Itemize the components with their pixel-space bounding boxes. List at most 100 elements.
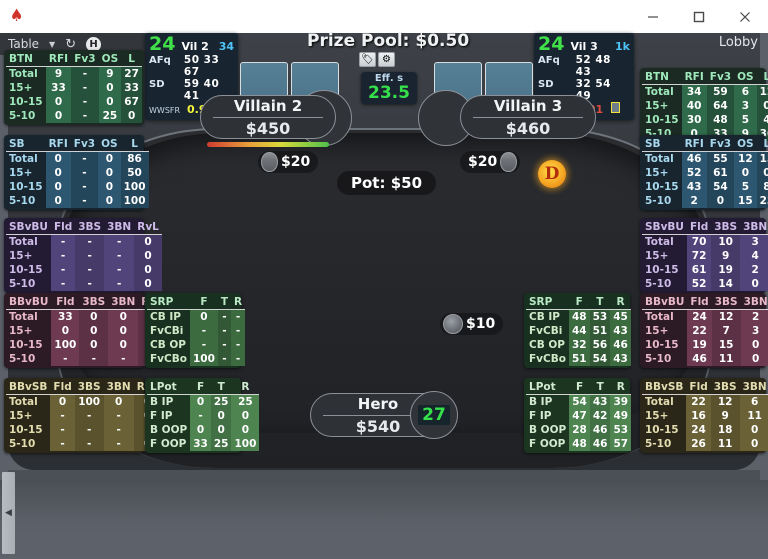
stats-cell: - (75, 234, 105, 249)
stats-cell: - (103, 423, 134, 437)
minimize-button[interactable] (630, 0, 676, 33)
stats-column-header: F (575, 296, 583, 308)
stats-panel-sb-right[interactable]: SBRFIFv3OSLTotal4655121515+52610010-1543… (640, 135, 768, 210)
stats-row-label: B OOP (529, 424, 567, 436)
seat-villain3[interactable]: Villain 3 $460 (460, 95, 596, 139)
stats-cell: 33 (190, 437, 211, 451)
stats-row-label: 5-10 (9, 353, 36, 365)
stats-column-header: Fld (689, 221, 709, 233)
stats-cell: 22 (687, 324, 712, 338)
bet-villain2: $20 (258, 151, 319, 173)
stats-cell: - (50, 277, 76, 291)
stats-panel-btn-right[interactable]: BTNRFIFv3OSLTotal345961215+40643010-1530… (640, 68, 768, 143)
stats-cell: 8 (756, 180, 768, 194)
stats-row-label: CB OP (150, 339, 186, 351)
horizontal-scroll-handle[interactable]: ◀ (2, 472, 15, 554)
stats-column-header: T (217, 381, 225, 393)
stats-panel-bbvsb-left[interactable]: BBvSBFld3BS3BNRvLTotal01000015+---010-15… (4, 378, 162, 453)
stats-cell: 25 (231, 394, 260, 409)
stats-cell: - (74, 437, 104, 451)
stats-panel-srp-right[interactable]: SRP F T R CB IP 48 53 45 FvCBi 44 51 43 CB OP 32 56 46 F… (524, 293, 631, 368)
stats-cell: 0 (51, 324, 80, 338)
stats-cell: 0 (189, 309, 218, 324)
stats-row-label: 5-10 (645, 438, 672, 450)
stats-cell: 39 (610, 394, 632, 409)
note-icon[interactable] (611, 102, 621, 113)
table-menu-button[interactable]: Table (8, 37, 39, 51)
stats-cell: 0 (79, 324, 109, 338)
stats-cell: 44 (568, 324, 590, 338)
stats-cell: 33 (45, 81, 72, 95)
stats-column-header: R (616, 296, 625, 308)
close-button[interactable] (722, 0, 768, 33)
stats-row-label: 15+ (645, 250, 669, 262)
stats-cell: 2 (740, 263, 768, 277)
ticket-icon: 🏷 (359, 52, 376, 67)
stats-row: 15+ 52 61 0 0 (642, 166, 768, 180)
stats-panel-sbvbu-left[interactable]: SBvBU Fld 3BS 3BN RvL Total - - -0 15+ - - -0 10-15- -… (4, 218, 162, 293)
stats-column-header: RFI (684, 138, 704, 150)
stats-column-header: 3BN (742, 381, 767, 393)
stats-cell: 0 (231, 423, 260, 437)
effective-stack-badge: Eff. s 23.5 (361, 72, 417, 104)
stats-cell: - (104, 249, 135, 263)
stats-cell: 0 (210, 423, 232, 437)
stats-panel-lpot-right[interactable]: LPot F T R B IP 54 43 39 F IP 47 42 49 B OOP 28 46 53 F … (524, 378, 632, 453)
stats-cell: 12 (711, 309, 741, 324)
hud-header-row: 24 Vil 2 34 (149, 35, 234, 54)
stats-cell: - (74, 423, 104, 437)
stats-cell: 0 (45, 194, 71, 208)
stats-cell: - (104, 263, 135, 277)
stats-panel-srp-left[interactable]: SRP F T R CB IP 0- - FvCBi - - - CB OP - - - FvCBo 100- - (145, 293, 246, 368)
stats-row-label: Total (645, 311, 674, 323)
stats-cell: 54 (706, 180, 735, 194)
chip-icon (500, 152, 518, 172)
hud-afq-row: AFq 50 33 67 (149, 54, 234, 78)
stats-row-label: 5-10 (9, 195, 36, 207)
stats-row-label: B OOP (150, 424, 188, 436)
stats-row-label: 15+ (9, 250, 33, 262)
stats-cell: 3 (734, 99, 757, 113)
stats-cell: 0 (740, 277, 768, 291)
stats-cell: 11 (711, 352, 741, 366)
chevron-down-icon[interactable]: ▼ (49, 40, 55, 49)
stats-row-label: 10-15 (645, 114, 679, 126)
stats-column-header: OS (737, 71, 754, 83)
stats-panel-sb-left[interactable]: SB RFI Fv3 OS L Total 0-0 86 15+ 0-0 50 10-15 0-0 100… (4, 135, 149, 210)
table-lower-strip (8, 470, 760, 480)
stats-row-label: F OOP (529, 438, 566, 450)
stats-row-label: 5-10 (9, 278, 36, 290)
stats-cell: - (50, 437, 75, 451)
stats-column-header: LPot (529, 381, 556, 393)
stats-panel-bbvsb-right[interactable]: BBvSBFld3BS3BNRvLTotal221262315+16911301… (640, 378, 768, 453)
stats-panel-sbvbu-right[interactable]: SBvBUFld3BS3BNRvLTotal701031015+7294810-… (640, 218, 768, 293)
stats-cell: - (190, 409, 211, 423)
seat-villain2[interactable]: Villain 2 $450 (200, 95, 336, 139)
seat-stack: $460 (505, 119, 551, 138)
stats-panel-bbvbu-left[interactable]: BBvBUFld3BS3BNRvLTotal3300-15+000-10-151… (4, 293, 166, 368)
stats-column-header: L (128, 53, 135, 65)
stats-column-header: 3BS (713, 381, 737, 393)
stats-cell: 0 (98, 180, 121, 194)
stats-cell: 5 (734, 113, 757, 127)
refresh-icon[interactable]: ↻ (65, 38, 76, 51)
stats-row: 5-10 201523 (642, 194, 768, 208)
stats-panel-lpot-left[interactable]: LPot F T R B IP 0 25 25 F IP -0 0 B OOP 0 0 0 F OOP 33 25… (145, 378, 260, 453)
stats-cell: 25 (210, 394, 232, 409)
stats-row-label: 10-15 (645, 339, 679, 351)
stats-panel-btn-left[interactable]: BTN RFI Fv3 OS L Total 9-9 27 15+ 33-0 33 10-15 0-0 6… (4, 50, 144, 125)
stats-cell: 53 (610, 423, 632, 437)
stats-panel-bbvbu-right[interactable]: BBvBUFld3BS3BNRvLTotal241221915+2273810-… (640, 293, 768, 368)
stats-cell: 0 (756, 99, 768, 113)
stats-column-header: R (234, 296, 243, 308)
lobby-link[interactable]: Lobby (719, 35, 758, 50)
maximize-button[interactable] (676, 0, 722, 33)
stats-row: 5-104611043 (642, 352, 768, 366)
stats-cell: 6 (734, 84, 757, 99)
stats-cell: 19 (711, 263, 741, 277)
stats-column-header: Fv3 (73, 138, 96, 150)
stats-cell: 30 (681, 113, 707, 127)
hud-hands-count: 1k (615, 40, 630, 53)
stats-row-label: Total (9, 236, 38, 248)
stats-column-header: Fld (53, 221, 73, 233)
